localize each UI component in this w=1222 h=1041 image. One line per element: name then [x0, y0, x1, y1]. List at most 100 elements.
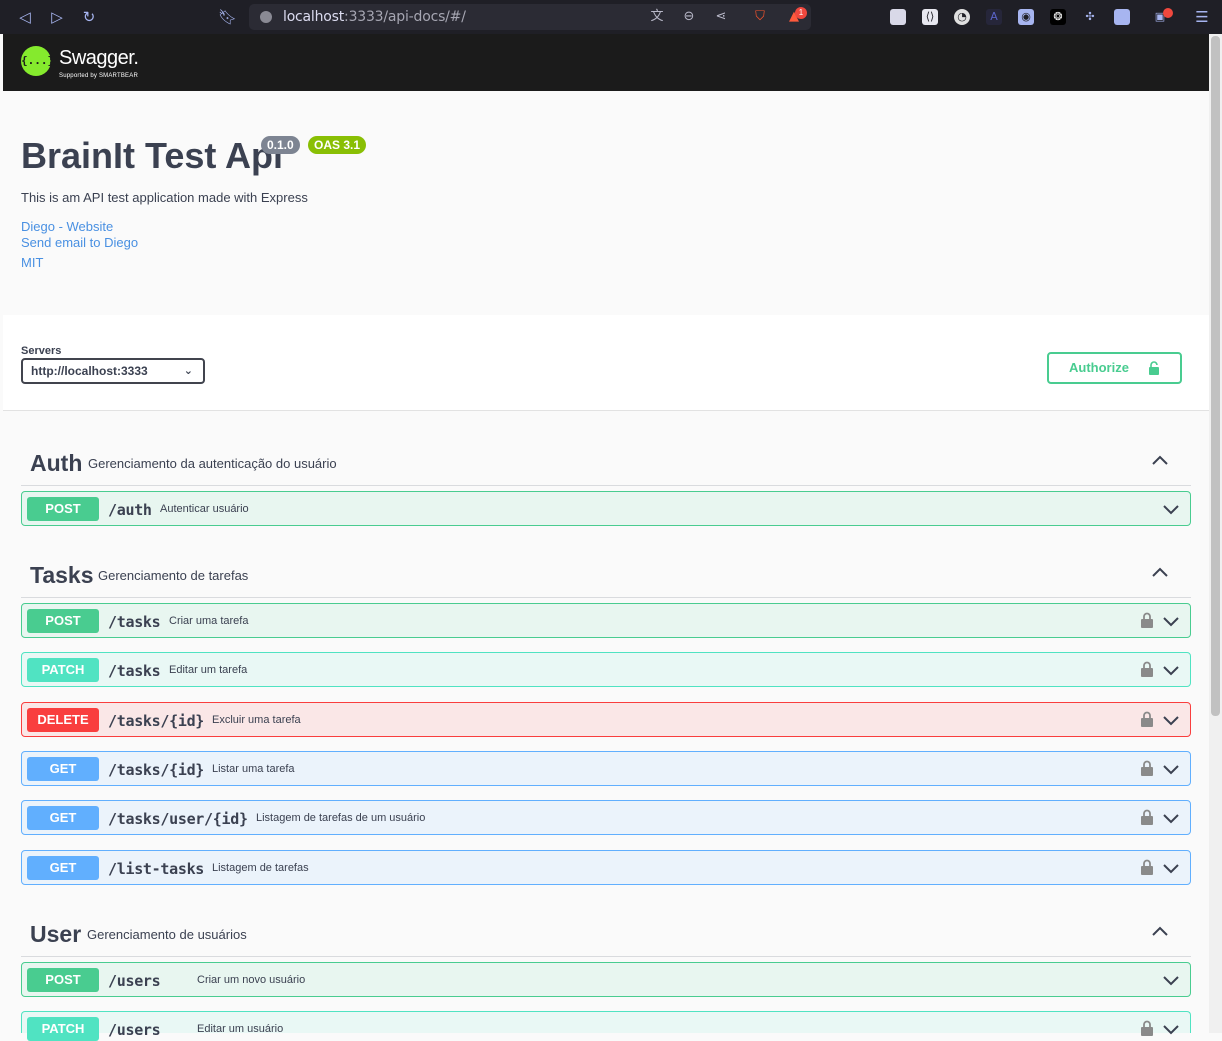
chevron-down-icon[interactable]: [1162, 810, 1180, 826]
operation-path: /tasks/user/{id}: [108, 810, 248, 828]
operation-get-user-tasks[interactable]: GET /tasks/user/{id} Listagem de tarefas…: [21, 800, 1191, 835]
lock-icon[interactable]: [1140, 612, 1154, 628]
method-badge: GET: [27, 856, 99, 880]
chevron-down-icon[interactable]: [1162, 972, 1180, 988]
operation-path: /list-tasks: [108, 860, 205, 878]
unlocked-icon: [1149, 361, 1159, 375]
operation-path: /auth: [108, 501, 152, 519]
tag-description: Gerenciamento de usuários: [87, 927, 247, 942]
operation-summary: Excluir uma tarefa: [212, 714, 301, 726]
tag-name: User: [30, 921, 82, 947]
lock-icon[interactable]: [1140, 711, 1154, 727]
scrollbar-thumb[interactable]: [1211, 36, 1220, 716]
chevron-down-icon[interactable]: [1162, 860, 1180, 876]
chevron-down-icon: ⌄: [183, 364, 193, 377]
chevron-down-icon[interactable]: [1162, 662, 1180, 678]
lock-icon[interactable]: [1140, 859, 1154, 875]
method-badge: POST: [27, 609, 99, 633]
version-badge: 0.1.0: [261, 136, 300, 154]
reload-icon[interactable]: ↻: [80, 8, 98, 26]
tag-section-auth[interactable]: Auth Gerenciamento da autenticação do us…: [21, 440, 1191, 486]
operation-summary: Listagem de tarefas de um usuário: [256, 812, 426, 824]
website-link[interactable]: Diego - Website: [21, 219, 113, 234]
operation-post-auth[interactable]: POST /auth Autenticar usuário: [21, 491, 1191, 526]
openai-extension-icon[interactable]: ❂: [1050, 9, 1066, 25]
tag-section-user[interactable]: User Gerenciamento de usuários: [21, 911, 1191, 957]
lock-icon[interactable]: [1140, 661, 1154, 677]
zoom-icon[interactable]: ⊖: [681, 9, 697, 25]
operation-post-tasks[interactable]: POST /tasks Criar uma tarefa: [21, 603, 1191, 638]
swagger-logo-text[interactable]: Swagger.: [59, 47, 139, 70]
operation-path: /users: [108, 1021, 161, 1039]
oas-badge: OAS 3.1: [308, 136, 367, 154]
method-badge: PATCH: [27, 1017, 99, 1041]
scheme-container: Servers http://localhost:3333 ⌄ Authoriz…: [3, 315, 1209, 411]
chevron-down-icon[interactable]: [1162, 1021, 1180, 1037]
chevron-up-icon[interactable]: [1151, 564, 1169, 582]
swagger-logo-icon[interactable]: {...}: [21, 46, 54, 76]
chevron-down-icon[interactable]: [1162, 501, 1180, 517]
site-info-icon[interactable]: [260, 11, 272, 23]
api-title: BrainIt Test Api: [21, 135, 284, 176]
operation-get-task[interactable]: GET /tasks/{id} Listar uma tarefa: [21, 751, 1191, 786]
tag-name: Tasks: [30, 562, 94, 588]
operation-list-tasks[interactable]: GET /list-tasks Listagem de tarefas: [21, 850, 1191, 885]
operation-patch-tasks[interactable]: PATCH /tasks Editar um tarefa: [21, 652, 1191, 687]
address-bar[interactable]: localhost:3333/api-docs/#/ 文 ⊖ ⋖ ⛉ ▲ 1: [249, 4, 811, 30]
swagger-logo-subtitle: Supported by SMARTBEAR: [59, 73, 138, 79]
method-badge: GET: [27, 757, 99, 781]
license-link[interactable]: MIT: [21, 255, 43, 270]
menu-icon[interactable]: ☰: [1194, 9, 1210, 25]
dark-extension-icon[interactable]: A: [986, 9, 1002, 25]
forward-icon[interactable]: ▷: [48, 8, 66, 26]
notification-badge: 1: [795, 7, 807, 19]
lock-icon[interactable]: [1140, 809, 1154, 825]
operation-summary: Editar um tarefa: [169, 664, 248, 676]
sidebar-icon[interactable]: [1114, 9, 1130, 25]
chevron-down-icon[interactable]: [1162, 761, 1180, 777]
brave-shield-icon[interactable]: ⛉: [752, 9, 768, 25]
operation-delete-task[interactable]: DELETE /tasks/{id} Excluir uma tarefa: [21, 702, 1191, 737]
lock-icon[interactable]: [1140, 760, 1154, 776]
email-link[interactable]: Send email to Diego: [21, 235, 138, 250]
method-badge: DELETE: [27, 708, 99, 732]
chevron-down-icon[interactable]: [1162, 712, 1180, 728]
puzzle-icon[interactable]: ✣: [1082, 9, 1098, 25]
chevron-down-icon[interactable]: [1162, 613, 1180, 629]
operation-path: /tasks: [108, 613, 161, 631]
speed-extension-icon[interactable]: ◔: [954, 9, 970, 25]
method-badge: PATCH: [27, 658, 99, 682]
url-text[interactable]: localhost:3333/api-docs/#/: [283, 9, 466, 25]
api-description: This is am API test application made wit…: [21, 190, 308, 205]
extension-icon[interactable]: [890, 9, 906, 25]
tag-description: Gerenciamento da autenticação do usuário: [88, 456, 337, 471]
tag-description: Gerenciamento de tarefas: [98, 568, 249, 583]
api-info: BrainIt Test Api 0.1.0 OAS 3.1 This is a…: [3, 91, 1209, 315]
lock-icon[interactable]: [1140, 1020, 1154, 1036]
back-icon[interactable]: ◁: [16, 8, 34, 26]
operation-summary: Listagem de tarefas: [212, 862, 309, 874]
share-icon[interactable]: ⋖: [713, 9, 729, 25]
operation-path: /tasks: [108, 662, 161, 680]
operation-summary: Autenticar usuário: [160, 503, 249, 515]
method-badge: GET: [27, 806, 99, 830]
tag-section-tasks[interactable]: Tasks Gerenciamento de tarefas: [21, 552, 1191, 598]
operation-patch-users[interactable]: PATCH /users Editar um usuário: [21, 1011, 1191, 1041]
operation-path: /users: [108, 972, 161, 990]
operation-summary: Editar um usuário: [197, 1023, 284, 1035]
tag-name: Auth: [30, 450, 83, 476]
translate-icon[interactable]: 文: [649, 9, 665, 25]
wallet-badge: [1163, 8, 1173, 18]
code-extension-icon[interactable]: ⟨⟩: [922, 9, 938, 25]
operation-path: /tasks/{id}: [108, 761, 205, 779]
operation-post-users[interactable]: POST /users Criar um novo usuário: [21, 962, 1191, 997]
operation-summary: Criar um novo usuário: [197, 974, 306, 986]
chevron-up-icon[interactable]: [1151, 452, 1169, 470]
swagger-topbar: {...} Swagger. Supported by SMARTBEAR: [3, 34, 1209, 91]
method-badge: POST: [27, 968, 99, 992]
chevron-up-icon[interactable]: [1151, 923, 1169, 941]
bookmark-icon[interactable]: 🔖︎: [218, 8, 237, 26]
screen-extension-icon[interactable]: ◉: [1018, 9, 1034, 25]
authorize-button[interactable]: Authorize: [1047, 352, 1182, 384]
server-select[interactable]: http://localhost:3333 ⌄: [21, 358, 205, 384]
